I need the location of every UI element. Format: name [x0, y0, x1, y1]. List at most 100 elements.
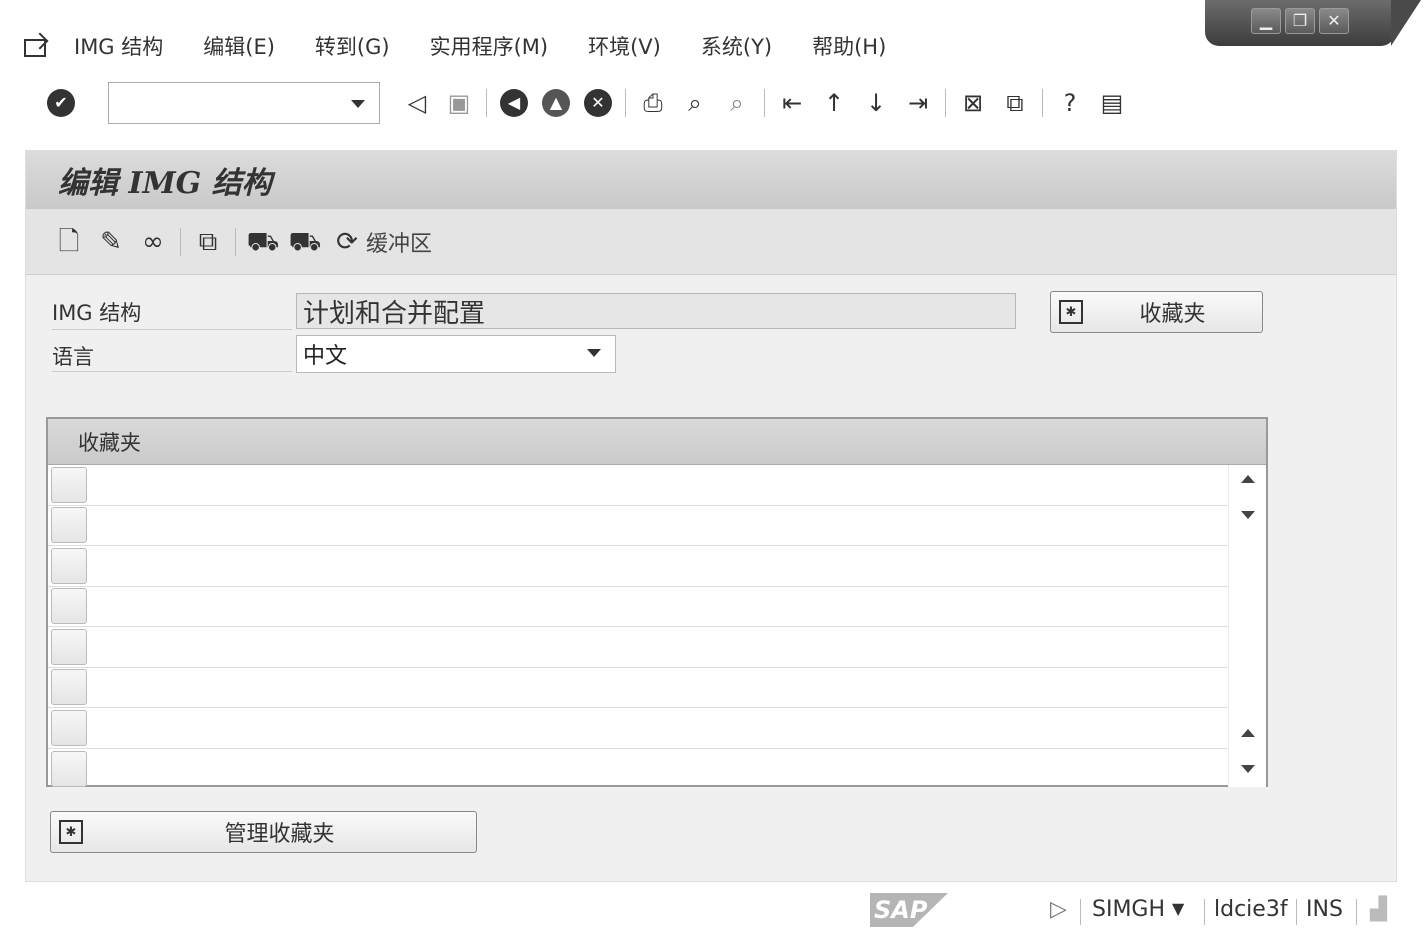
transport-icon[interactable]: ⛟ [247, 226, 280, 258]
toolbar-separator [945, 89, 946, 117]
scroll-page-down-icon[interactable] [1241, 511, 1255, 519]
favorites-button[interactable]: ✱ 收藏夹 [1050, 291, 1263, 333]
manage-favorites-icon: ✱ [59, 820, 83, 844]
row-selector[interactable] [51, 669, 87, 706]
table-row[interactable] [48, 668, 1266, 708]
toolbar-separator [235, 227, 236, 256]
row-selector[interactable] [51, 547, 87, 584]
manage-favorites-button[interactable]: ✱ 管理收藏夹 [50, 811, 477, 853]
vertical-scrollbar[interactable] [1228, 465, 1266, 787]
row-selector[interactable] [51, 588, 87, 625]
table-row[interactable] [48, 465, 1266, 506]
row-selector[interactable] [51, 628, 87, 665]
scroll-up-icon[interactable] [1241, 475, 1255, 483]
scroll-page-up-icon[interactable] [1241, 729, 1255, 737]
img-structure-field[interactable]: 计划和合并配置 [296, 293, 1016, 329]
sap-logo: SAP [870, 893, 948, 927]
table-row[interactable] [48, 749, 1266, 790]
status-lock-icon: ▟ [1370, 897, 1387, 922]
img-structure-label: IMG 结构 [52, 301, 142, 325]
change-pencil-icon[interactable]: ✎ [95, 226, 127, 258]
minimize-button[interactable]: ▁ [1251, 8, 1281, 34]
enter-check-icon[interactable]: ✔ [45, 87, 77, 119]
exit-up-icon: ▲ [542, 89, 570, 117]
restore-button[interactable]: ❐ [1285, 8, 1315, 34]
img-structure-value: 计划和合并配置 [303, 298, 486, 329]
status-separator [1080, 899, 1081, 925]
language-label: 语言 [52, 345, 94, 369]
page-title: 编辑 IMG 结构 [26, 151, 1396, 209]
menu-environment[interactable]: 环境(V) [588, 31, 661, 61]
row-selector[interactable] [51, 466, 87, 503]
row-selector[interactable] [51, 709, 87, 746]
toolbar-separator [625, 89, 626, 117]
status-mode[interactable]: INS [1306, 897, 1343, 922]
favorites-button-label: 收藏夹 [1139, 302, 1206, 327]
find-next-icon[interactable]: ⌕ [721, 87, 753, 119]
status-system: SIMGH [1092, 897, 1166, 922]
row-selector[interactable] [51, 750, 87, 787]
transport-truck-icon[interactable]: ⛟ [289, 226, 322, 258]
copy-icon[interactable]: ⧉ [192, 226, 224, 258]
last-page-icon[interactable]: ⇥ [902, 87, 934, 119]
status-expand-icon[interactable]: ▷ [1050, 897, 1067, 922]
standard-toolbar: ✔ ◁ ▣ ◀ ▲ ✕ ⎙ ⌕ ⌕ ⇤ ↑ ↓ ⇥ ⊠ ⧉ ? ▤ [40, 80, 1133, 126]
menu-edit[interactable]: 编辑(E) [203, 31, 275, 61]
main-panel: 编辑 IMG 结构 🗋 ✎ ∞ ⧉ ⛟ ⛟ ⟳ 缓冲区 IMG 结构 计划和合并… [25, 150, 1397, 882]
language-value: 中文 [303, 344, 348, 369]
favorites-table-body [48, 465, 1266, 789]
favorites-star-icon: ✱ [1059, 300, 1083, 324]
menu-utilities[interactable]: 实用程序(M) [430, 31, 549, 61]
close-button[interactable]: ✕ [1319, 8, 1349, 34]
shortcut-icon[interactable]: ⧉ [999, 87, 1031, 119]
cancel-x-icon: ✕ [584, 89, 612, 117]
save-icon[interactable]: ▣ [443, 87, 475, 119]
language-dropdown-icon[interactable] [587, 349, 601, 357]
favorites-table: 收藏夹 [46, 417, 1268, 787]
help-icon[interactable]: ? [1054, 87, 1086, 119]
command-field[interactable] [108, 82, 380, 124]
language-select[interactable]: 中文 [296, 335, 616, 373]
previous-page-icon[interactable]: ↑ [818, 87, 850, 119]
row-selector[interactable] [51, 507, 87, 544]
status-separator [1296, 899, 1297, 925]
scroll-down-icon[interactable] [1241, 765, 1255, 773]
check-mark-icon: ✔ [47, 89, 75, 117]
menu-help[interactable]: 帮助(H) [812, 31, 886, 61]
print-icon[interactable]: ⎙ [637, 87, 669, 119]
back-arrow-icon: ◀ [500, 89, 528, 117]
first-page-icon[interactable]: ⇤ [776, 87, 808, 119]
manage-favorites-label: 管理收藏夹 [224, 822, 335, 847]
window-controls: ▁ ❐ ✕ [1205, 0, 1421, 46]
exit-icon[interactable]: ▲ [540, 87, 572, 119]
system-dropdown-icon[interactable]: ▼ [1172, 899, 1184, 918]
create-icon[interactable]: 🗋 [53, 226, 85, 258]
buffer-button-label[interactable]: 缓冲区 [366, 226, 432, 258]
cancel-icon[interactable]: ✕ [582, 87, 614, 119]
collapse-left-icon[interactable]: ◁ [401, 87, 433, 119]
table-row[interactable] [48, 708, 1266, 749]
next-page-icon[interactable]: ↓ [860, 87, 892, 119]
refresh-buffer-icon[interactable]: ⟳ [331, 226, 363, 258]
layout-menu-icon[interactable]: ▤ [1096, 87, 1128, 119]
new-session-icon[interactable]: ⊠ [957, 87, 989, 119]
back-icon[interactable]: ◀ [498, 87, 530, 119]
table-row[interactable] [48, 546, 1266, 587]
table-row[interactable] [48, 587, 1266, 627]
toolbar-separator [764, 89, 765, 117]
table-row[interactable] [48, 506, 1266, 546]
status-bar: SAP ▷ SIMGH ▼ ldcie3f INS ▟ [0, 885, 1425, 937]
menu-system[interactable]: 系统(Y) [701, 31, 772, 61]
menu-goto[interactable]: 转到(G) [315, 31, 390, 61]
status-separator [1204, 899, 1205, 925]
display-glasses-icon[interactable]: ∞ [137, 226, 169, 258]
toolbar-separator [486, 89, 487, 117]
command-dropdown-icon[interactable] [351, 100, 365, 108]
menu-exit-icon[interactable] [20, 33, 50, 59]
menu-img-structure[interactable]: IMG 结构 [74, 31, 163, 61]
table-row[interactable] [48, 627, 1266, 668]
favorites-column-header: 收藏夹 [48, 419, 1266, 465]
label-underline [52, 371, 292, 372]
menu-bar: IMG 结构 编辑(E) 转到(G) 实用程序(M) 环境(V) 系统(Y) 帮… [20, 22, 926, 70]
find-icon[interactable]: ⌕ [679, 87, 711, 119]
